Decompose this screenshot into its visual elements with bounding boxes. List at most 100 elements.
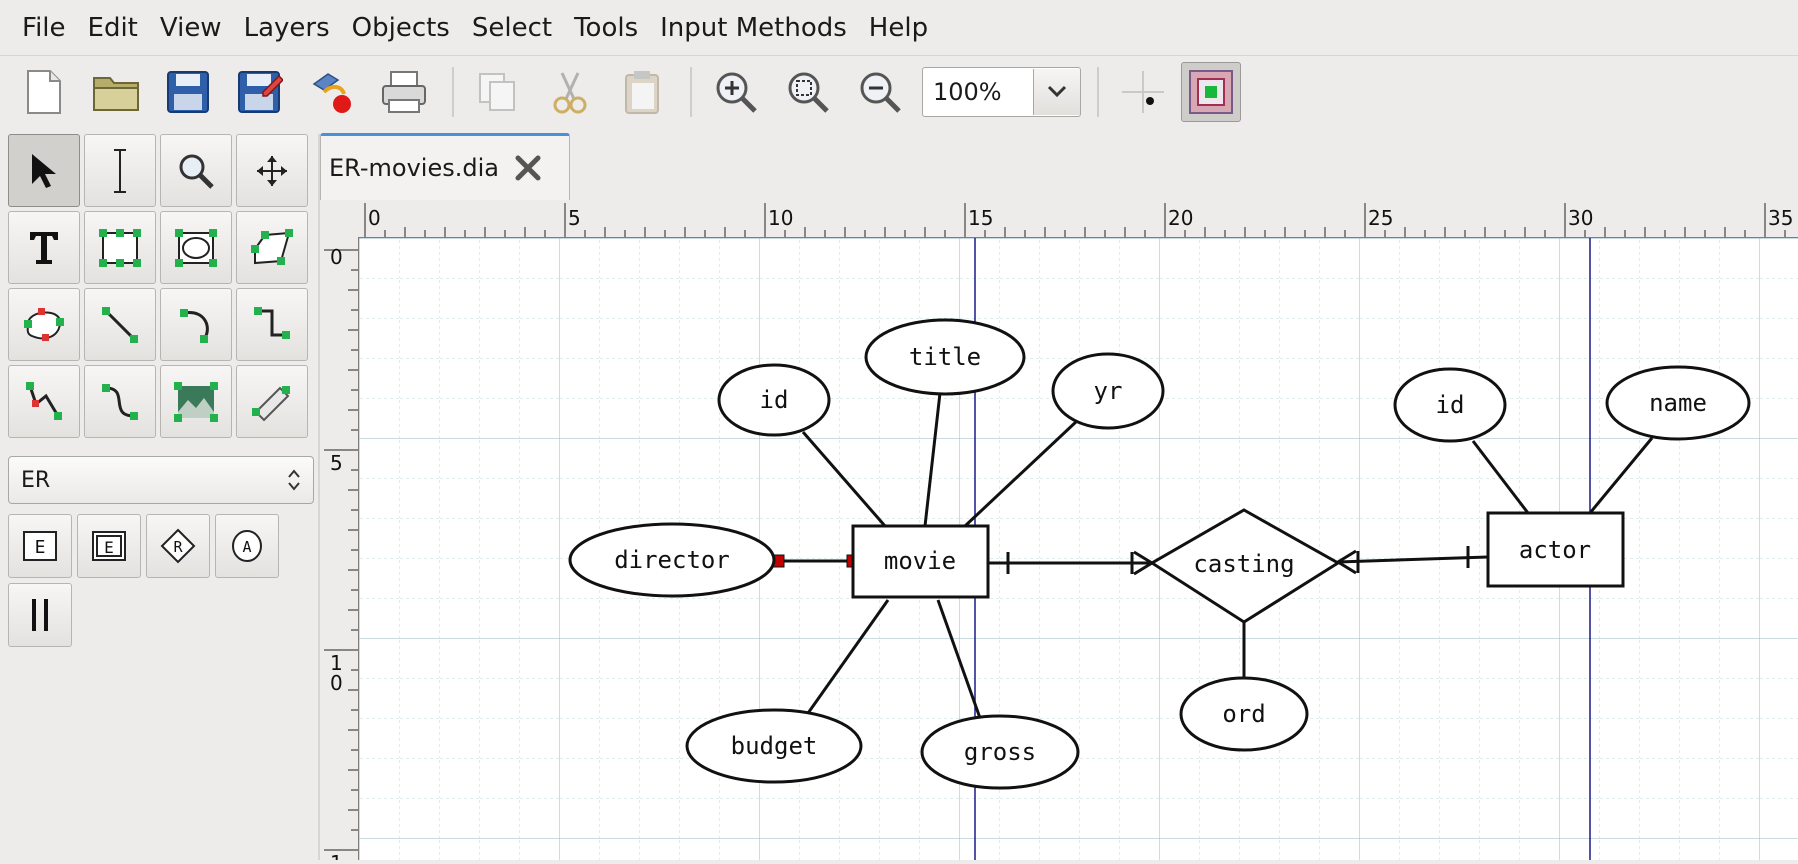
polyline-icon: [26, 381, 62, 420]
sheet-selector-value: ER: [21, 467, 51, 493]
svg-text:R: R: [173, 538, 183, 556]
cut-button[interactable]: [540, 62, 600, 122]
menu-objects[interactable]: Objects: [341, 0, 461, 56]
er-attribute-tool[interactable]: A: [215, 514, 279, 578]
svg-text:E: E: [35, 537, 46, 558]
attribute-label: name: [1649, 389, 1707, 417]
paste-button[interactable]: [612, 62, 672, 122]
er-participation-tool[interactable]: [8, 583, 72, 647]
zigzag-icon: [254, 306, 290, 339]
attribute-actor-id[interactable]: id: [1393, 367, 1507, 443]
menu-layers[interactable]: Layers: [233, 0, 341, 56]
diagram-canvas[interactable]: movie actor casting id title yr director…: [359, 238, 1798, 860]
main-toolbar: 100%: [0, 57, 1798, 127]
text-tool[interactable]: [8, 211, 80, 284]
line-tool[interactable]: [84, 288, 156, 361]
sheet-selector[interactable]: ER: [8, 456, 314, 504]
text-edit-tool[interactable]: [84, 134, 156, 207]
toolbar-separator: [690, 67, 692, 117]
entity-actor[interactable]: actor: [1486, 511, 1625, 588]
up-down-chevron-icon: [288, 469, 300, 491]
zigzag-tool[interactable]: [236, 288, 308, 361]
menu-tools[interactable]: Tools: [563, 0, 649, 56]
ruler-label: 10: [768, 206, 793, 230]
menu-select[interactable]: Select: [461, 0, 563, 56]
arc-tool[interactable]: [160, 288, 232, 361]
arc-icon: [180, 308, 209, 343]
attribute-label: budget: [731, 732, 818, 760]
zoom-fit-button[interactable]: [778, 62, 838, 122]
text-icon: [30, 231, 58, 264]
ruler-label: 0: [330, 245, 343, 269]
image-tool[interactable]: [160, 365, 232, 438]
snap-grid-icon: [1122, 71, 1164, 113]
save-as-button[interactable]: [230, 62, 290, 122]
move-arrows-icon: [257, 155, 287, 186]
menu-view[interactable]: View: [149, 0, 233, 56]
attribute-movie-id[interactable]: id: [717, 363, 831, 437]
new-file-button[interactable]: [14, 62, 74, 122]
zoom-in-button[interactable]: [706, 62, 766, 122]
export-button[interactable]: [302, 62, 362, 122]
scroll-tool[interactable]: [236, 134, 308, 207]
open-button[interactable]: [86, 62, 146, 122]
pane-divider[interactable]: [318, 134, 320, 860]
attribute-title[interactable]: title: [864, 318, 1026, 396]
pointer-tool[interactable]: [8, 134, 80, 207]
menu-file[interactable]: File: [8, 0, 77, 56]
print-button[interactable]: [374, 62, 434, 122]
vertical-ruler[interactable]: 05101: [324, 237, 359, 864]
box-icon: [99, 228, 141, 267]
bezier-icon: [102, 383, 138, 420]
attribute-label: director: [614, 546, 730, 574]
horizontal-ruler[interactable]: 0 5 10 15 20 25 30 35: [358, 203, 1798, 238]
save-button[interactable]: [158, 62, 218, 122]
zoom-fit-icon: [788, 72, 829, 113]
zoom-dropdown-button[interactable]: [1033, 69, 1080, 115]
snap-objects-icon: [1189, 70, 1233, 114]
zoom-combo[interactable]: 100%: [922, 67, 1081, 117]
svg-text:A: A: [242, 538, 251, 556]
pointer-icon: [32, 153, 56, 188]
participation-icon: [32, 599, 48, 631]
outline-tool[interactable]: [236, 365, 308, 438]
attribute-yr[interactable]: yr: [1051, 352, 1165, 430]
er-relationship-tool[interactable]: R: [146, 514, 210, 578]
magnify-icon: [179, 154, 214, 189]
er-entity-tool[interactable]: E: [8, 514, 72, 578]
attribute-director[interactable]: director: [568, 522, 776, 598]
line-icon: [102, 306, 138, 343]
beziergon-tool[interactable]: [8, 288, 80, 361]
tab-close-button[interactable]: [513, 153, 543, 183]
attribute-ord[interactable]: ord: [1179, 676, 1309, 752]
magnify-tool[interactable]: [160, 134, 232, 207]
menu-help[interactable]: Help: [858, 0, 939, 56]
attribute-gross[interactable]: gross: [920, 714, 1080, 790]
attribute-icon: A: [232, 530, 262, 562]
tab-title: ER-movies.dia: [329, 154, 499, 182]
snap-to-grid-toggle[interactable]: [1113, 62, 1173, 122]
attribute-budget[interactable]: budget: [685, 708, 863, 784]
copy-button[interactable]: [468, 62, 528, 122]
polygon-tool[interactable]: [236, 211, 308, 284]
entity-movie[interactable]: movie: [851, 524, 990, 599]
polyline-tool[interactable]: [8, 365, 80, 438]
ellipse-tool[interactable]: [160, 211, 232, 284]
ruler-label: 5: [568, 206, 581, 230]
attribute-name[interactable]: name: [1605, 365, 1751, 441]
relationship-label: casting: [1193, 550, 1294, 578]
print-icon: [382, 71, 426, 113]
menu-input-methods[interactable]: Input Methods: [649, 0, 858, 56]
menu-edit[interactable]: Edit: [77, 0, 149, 56]
tab-er-movies[interactable]: ER-movies.dia: [320, 133, 570, 200]
er-weak-entity-tool[interactable]: E: [77, 514, 141, 578]
menu-bar: File Edit View Layers Objects Select Too…: [0, 0, 1798, 56]
snap-to-objects-toggle[interactable]: [1181, 62, 1241, 122]
zoom-out-button[interactable]: [850, 62, 910, 122]
bezier-tool[interactable]: [84, 365, 156, 438]
box-tool[interactable]: [84, 211, 156, 284]
beziergon-icon: [24, 307, 64, 341]
weak-entity-icon: E: [92, 531, 126, 561]
zoom-value[interactable]: 100%: [923, 78, 1033, 106]
new-file-icon: [27, 70, 61, 114]
